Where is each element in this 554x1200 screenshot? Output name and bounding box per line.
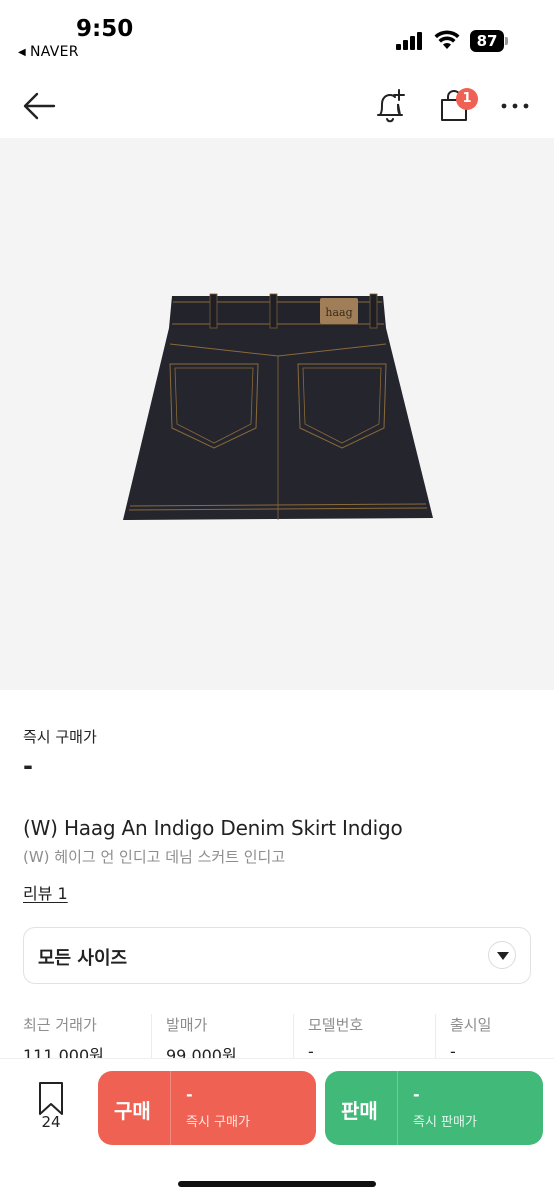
sell-button-price: - [413, 1085, 420, 1104]
buy-button-label: 구매 [114, 1099, 151, 1123]
stat-label: 모델번호 [308, 1016, 364, 1034]
back-app-label: NAVER [30, 44, 79, 60]
size-select[interactable]: 모든 사이즈 [23, 927, 531, 984]
stat-label: 최근 거래가 [23, 1016, 97, 1034]
instant-buy-price: - [23, 752, 33, 780]
buy-button-price: - [186, 1085, 193, 1104]
stat-model-number: 모델번호 - [293, 1014, 427, 1061]
cart-count-badge: 1 [456, 88, 478, 110]
product-subtitle: (W) 헤이그 언 인디고 데님 스커트 인디고 [23, 848, 286, 866]
buy-button[interactable]: 구매 - 즉시 구매가 [98, 1071, 316, 1145]
sell-button-sub: 즉시 판매가 [413, 1115, 477, 1130]
review-link[interactable]: 리뷰 1 [23, 880, 68, 904]
bell-plus-icon[interactable] [372, 86, 408, 126]
size-select-value: 모든 사이즈 [38, 948, 128, 969]
stat-release-date: 출시일 - [435, 1014, 531, 1061]
product-title: (W) Haag An Indigo Denim Skirt Indigo [23, 816, 403, 840]
status-time: 9:50 [76, 16, 134, 42]
stat-label: 발매가 [166, 1016, 208, 1034]
denim-skirt-image: haag [123, 293, 433, 520]
bookmark-icon[interactable] [36, 1081, 66, 1117]
product-stats: 최근 거래가 111,000원 발매가 99,000원 모델번호 - 출시일 - [23, 1014, 531, 1065]
bottom-action-bar: 24 구매 - 즉시 구매가 판매 - 즉시 판매가 [0, 1058, 554, 1200]
chevron-down-icon [488, 941, 516, 969]
brand-patch: haag [325, 306, 352, 319]
stat-recent-price: 최근 거래가 111,000원 [23, 1014, 143, 1065]
back-to-app-link[interactable]: ◀ NAVER [18, 44, 79, 60]
product-image[interactable]: haag [0, 138, 554, 690]
top-nav: 1 [0, 72, 554, 138]
sell-button-label: 판매 [341, 1099, 378, 1123]
buy-button-sub: 즉시 구매가 [186, 1115, 250, 1130]
more-icon[interactable] [498, 100, 532, 112]
instant-buy-label: 즉시 구매가 [23, 728, 97, 746]
home-indicator[interactable] [178, 1181, 376, 1187]
status-bar: 9:50 ◀ NAVER 87 [0, 0, 554, 72]
battery-icon: 87 [470, 30, 508, 52]
sell-button[interactable]: 판매 - 즉시 판매가 [325, 1071, 543, 1145]
wifi-icon [434, 30, 460, 49]
back-arrow-icon[interactable] [20, 88, 58, 124]
stat-release-price: 발매가 99,000원 [151, 1014, 285, 1065]
battery-level: 87 [470, 30, 504, 52]
bookmark-count: 24 [41, 1113, 61, 1131]
signal-icon [396, 32, 426, 50]
stat-label: 출시일 [450, 1016, 492, 1034]
